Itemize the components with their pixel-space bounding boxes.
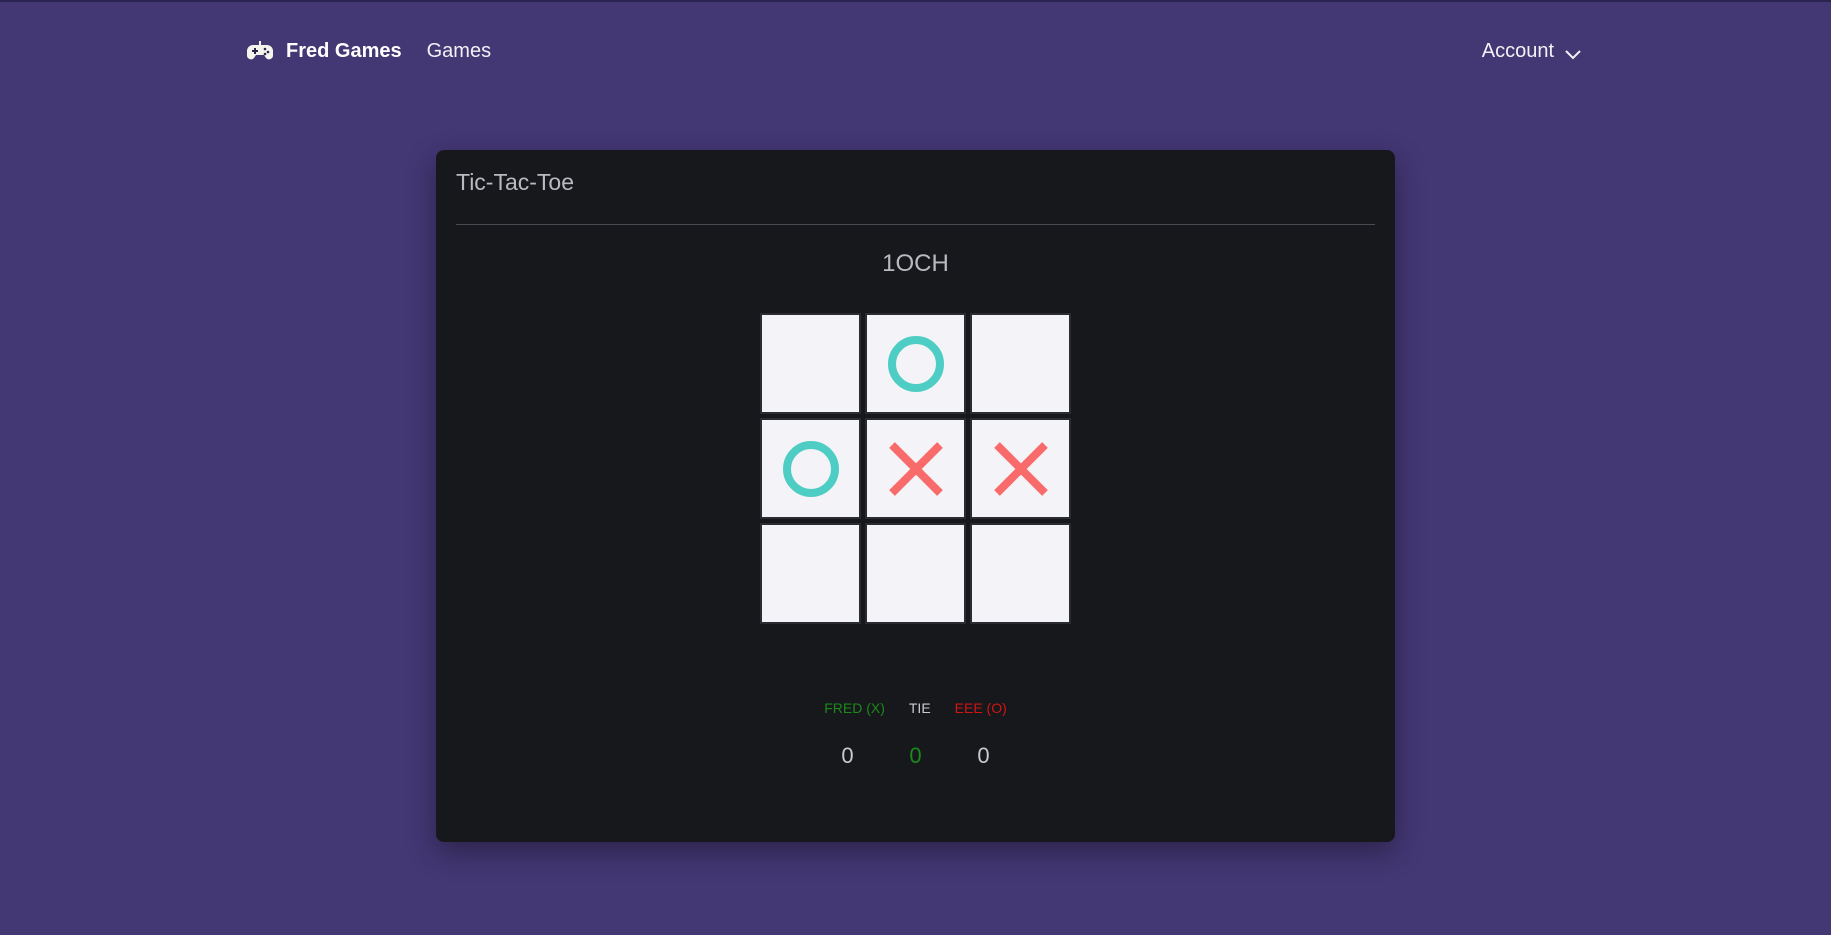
top-border <box>0 0 1831 2</box>
card-title: Tic-Tac-Toe <box>456 169 574 195</box>
board-cell-3[interactable] <box>760 418 861 519</box>
card-divider <box>456 224 1375 225</box>
brand-link[interactable]: Fred Games <box>246 39 402 63</box>
account-dropdown[interactable]: Account <box>1482 40 1582 63</box>
game-card: Tic-Tac-Toe 1OCH FRED (X) TIE EEE (O) 0 … <box>436 150 1395 842</box>
nav-games-link[interactable]: Games <box>427 40 491 63</box>
board-cell-5[interactable] <box>970 418 1071 519</box>
brand-name: Fred Games <box>286 39 402 62</box>
score-label-player-o: EEE (O) <box>954 700 1007 716</box>
board-cell-0[interactable] <box>760 313 861 414</box>
score-value-player-o: 0 <box>977 743 990 768</box>
board-cell-6[interactable] <box>760 523 861 624</box>
navbar: Fred Games Games Account <box>246 34 1582 68</box>
x-mark-icon <box>888 441 943 496</box>
score-label-player-x: FRED (X) <box>824 700 885 716</box>
score-label-tie: TIE <box>908 700 931 716</box>
score-values: 0 0 0 <box>436 743 1395 769</box>
board-cell-8[interactable] <box>970 523 1071 624</box>
score-labels: FRED (X) TIE EEE (O) <box>436 700 1395 716</box>
board-cell-4[interactable] <box>865 418 966 519</box>
chevron-down-icon <box>1565 50 1581 60</box>
room-code: 1OCH <box>882 250 949 277</box>
score-value-player-x: 0 <box>841 743 854 768</box>
board-cell-7[interactable] <box>865 523 966 624</box>
board-cell-1[interactable] <box>865 313 966 414</box>
o-mark-icon <box>887 335 944 392</box>
o-mark-icon <box>782 440 839 497</box>
account-label: Account <box>1481 39 1554 62</box>
tic-tac-toe-board <box>760 313 1074 627</box>
gamepad-icon <box>246 41 274 60</box>
x-mark-icon <box>993 441 1048 496</box>
board-cell-2[interactable] <box>970 313 1071 414</box>
score-value-tie: 0 <box>909 743 922 768</box>
